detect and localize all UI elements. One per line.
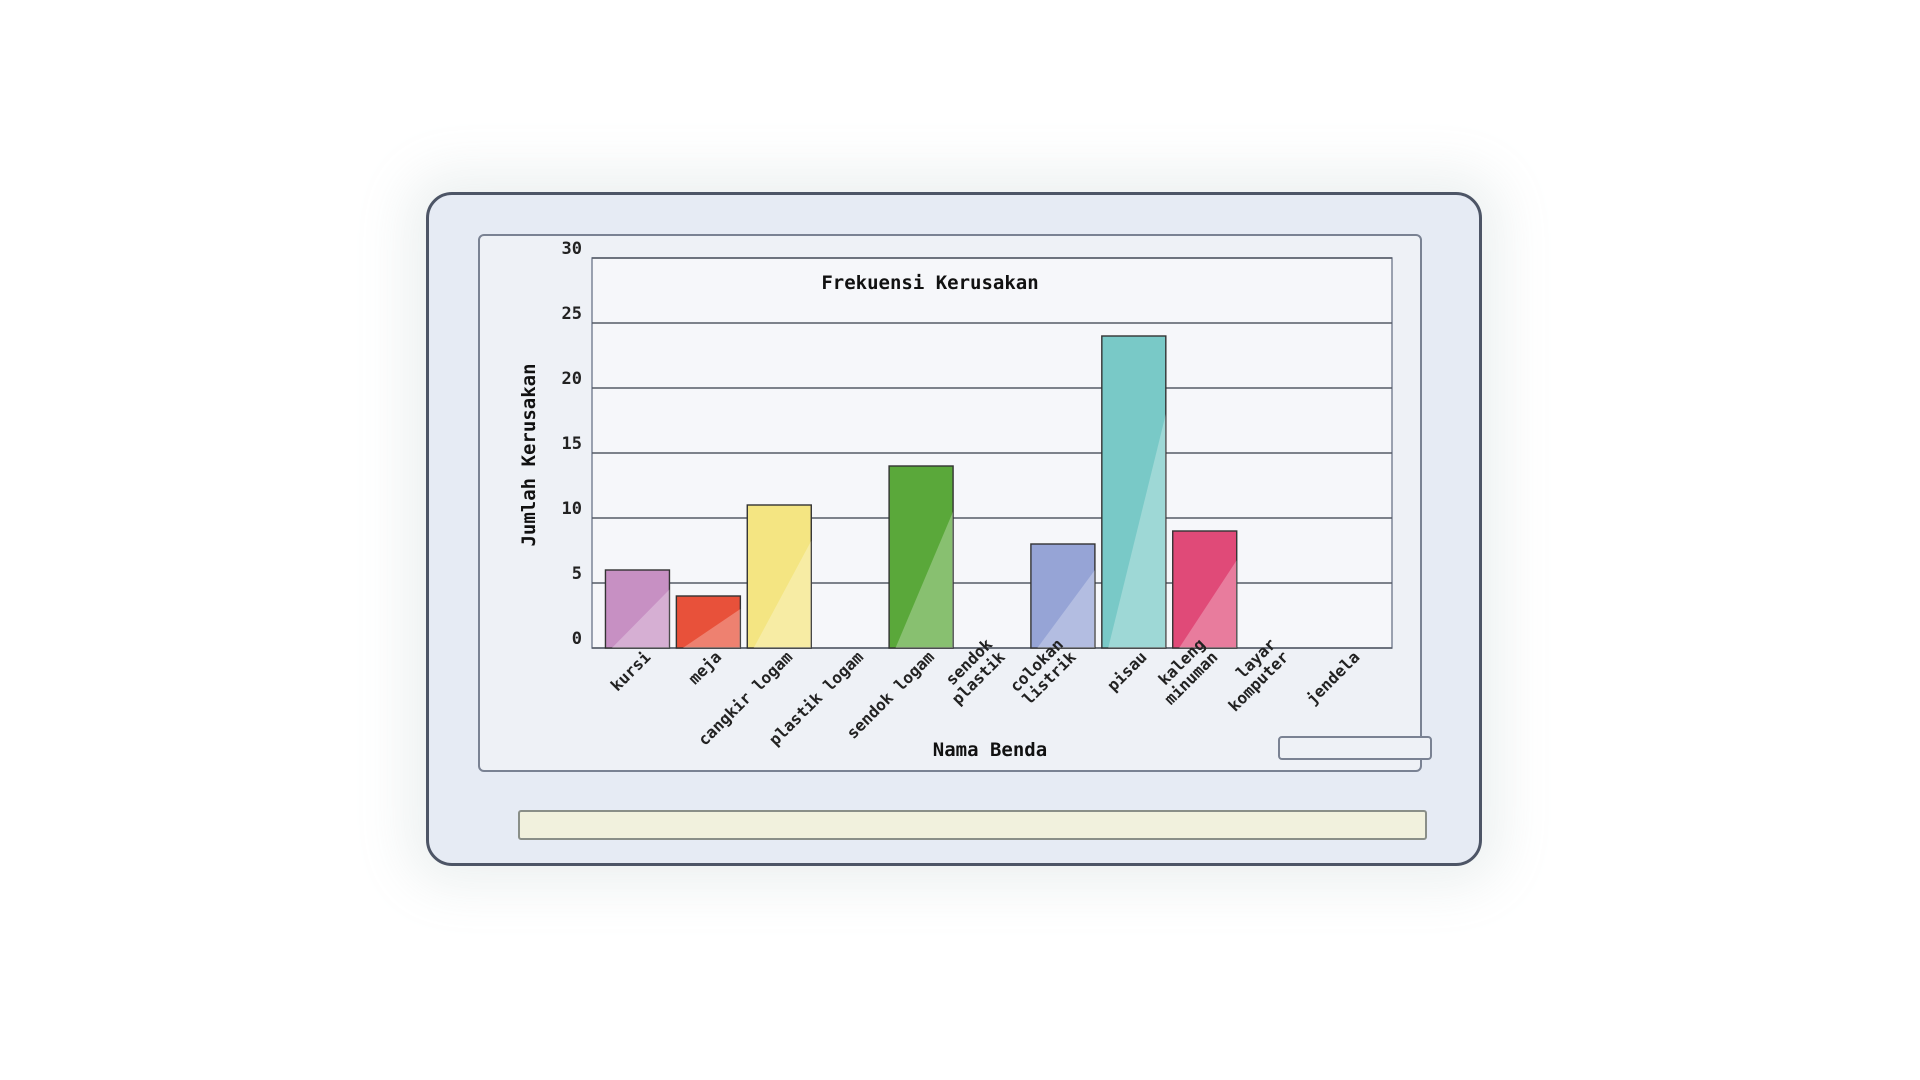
y-axis-label: Jumlah Kerusakan (518, 363, 540, 546)
y-tick-label: 15 (562, 434, 582, 454)
y-tick-label: 25 (562, 304, 582, 324)
x-tick-label: meja (685, 647, 726, 688)
y-tick-label: 10 (562, 499, 582, 519)
y-tick-label: 0 (572, 629, 582, 649)
chart-title: Frekuensi Kerusakan (821, 272, 1038, 294)
y-tick-label: 30 (562, 239, 582, 259)
bar-chart: 051015202530 kursi mejacangkir logamplast… (518, 239, 1393, 761)
x-ticks: kursi mejacangkir logamplastik logamsendo… (607, 634, 1364, 749)
y-tick-label: 20 (562, 369, 582, 389)
x-tick-label: kursi (607, 647, 655, 695)
x-tick-label: jendela (1302, 647, 1363, 708)
chart-stage: 0 5 10 15 20 25 30 kursi meja cangkir logam plast… (0, 0, 1920, 1080)
x-tick-label-line: jendela (1302, 647, 1363, 708)
x-tick-label: pisau (1103, 647, 1150, 694)
x-tick-label-line: pisau (1103, 647, 1150, 694)
x-axis-label: Nama Benda (933, 739, 1047, 761)
y-tick-label: 5 (572, 564, 582, 584)
x-tick-label-line: meja (685, 647, 726, 688)
x-tick-label-line: kursi (607, 647, 655, 695)
y-ticks: 0 5 10 15 20 25 30 (562, 239, 582, 649)
